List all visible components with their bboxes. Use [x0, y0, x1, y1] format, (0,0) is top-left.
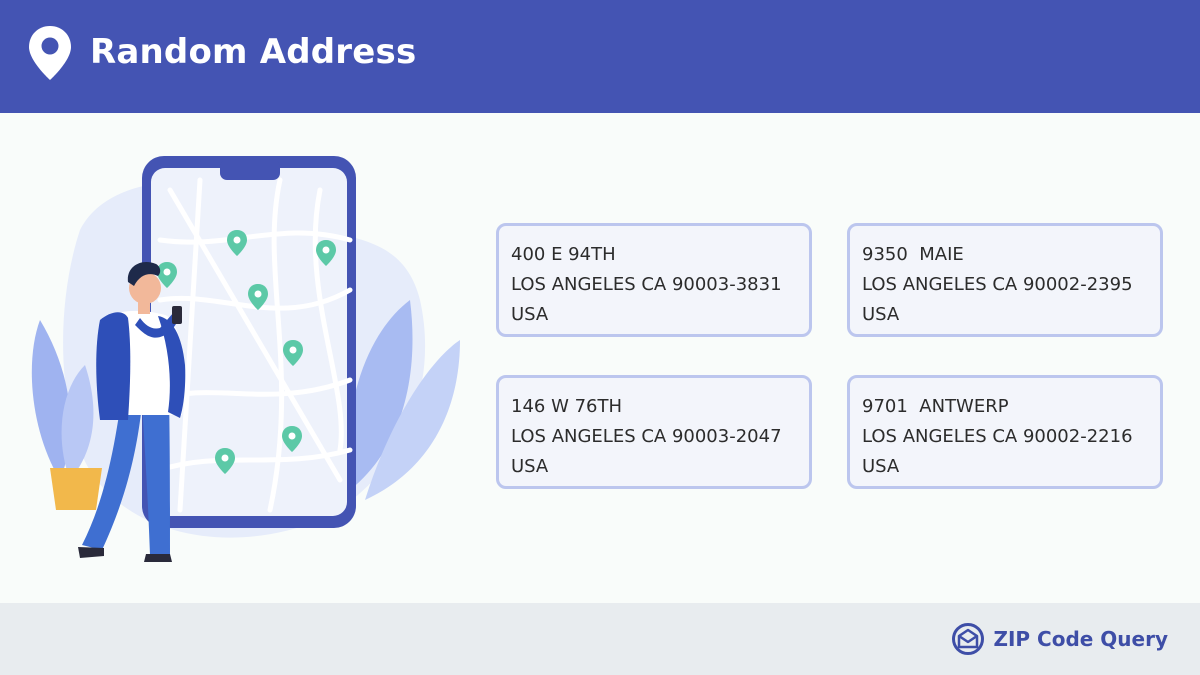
address-street: 146 W 76TH [511, 396, 623, 417]
address-card: 146 W 76TH LOS ANGELES CA 90003-2047 USA [496, 375, 812, 489]
address-country: USA [862, 304, 900, 325]
address-street: 400 E 94TH [511, 244, 616, 265]
location-pin-icon [29, 26, 71, 80]
address-city-state-zip: LOS ANGELES CA 90003-2047 [511, 426, 782, 447]
address-card: 400 E 94TH LOS ANGELES CA 90003-3831 USA [496, 223, 812, 337]
address-country: USA [511, 304, 549, 325]
page-title: Random Address [90, 32, 417, 72]
address-country: USA [511, 456, 549, 477]
address-city-state-zip: LOS ANGELES CA 90003-3831 [511, 274, 782, 295]
brand-label: ZIP Code Query [993, 627, 1168, 651]
footer-bar: ZIP Code Query [0, 603, 1200, 675]
mail-check-icon [952, 623, 985, 655]
address-city-state-zip: LOS ANGELES CA 90002-2216 [862, 426, 1133, 447]
address-city-state-zip: LOS ANGELES CA 90002-2395 [862, 274, 1133, 295]
address-country: USA [862, 456, 900, 477]
address-card: 9701 ANTWERP LOS ANGELES CA 90002-2216 U… [847, 375, 1163, 489]
phone-map-illustration [31, 156, 460, 562]
address-card: 9350 MAIE LOS ANGELES CA 90002-2395 USA [847, 223, 1163, 337]
address-street: 9701 ANTWERP [862, 396, 1009, 417]
address-street: 9350 MAIE [862, 244, 964, 265]
zip-code-query-brand[interactable]: ZIP Code Query [951, 621, 1168, 657]
header-bar: Random Address [0, 0, 1200, 113]
